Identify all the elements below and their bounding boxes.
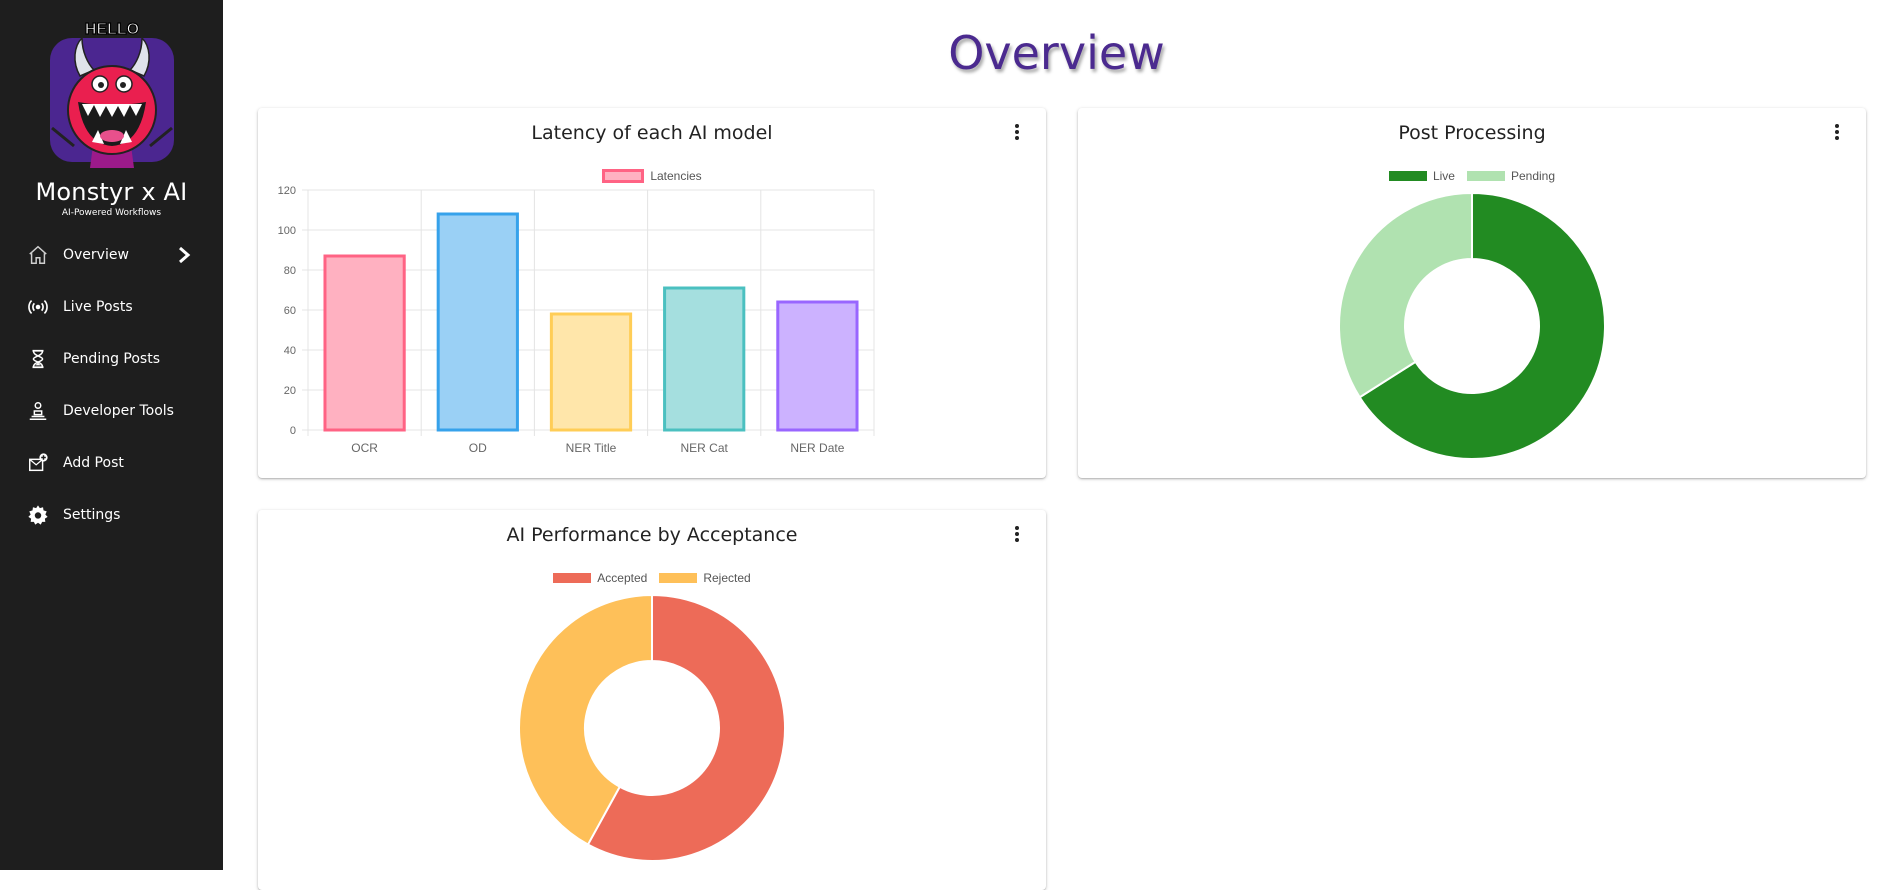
y-tick-label: 100 bbox=[278, 225, 296, 237]
bar-ner-title[interactable] bbox=[549, 312, 633, 432]
sidebar-item-label: Pending Posts bbox=[63, 351, 161, 367]
home-icon bbox=[26, 243, 50, 267]
sidebar-item-label: Developer Tools bbox=[63, 403, 174, 419]
y-tick-label: 20 bbox=[284, 385, 296, 397]
bar-ocr[interactable] bbox=[323, 254, 406, 432]
sidebar-item-label: Add Post bbox=[63, 455, 124, 471]
add-post-icon bbox=[26, 451, 50, 475]
hourglass-icon bbox=[26, 347, 50, 371]
latency-bar-chart: 0 20 40 60 80 100 120 OCR OD NER Title NER Cat NER … bbox=[278, 185, 875, 455]
bar-ner-cat[interactable] bbox=[663, 286, 746, 432]
y-tick-label: 80 bbox=[284, 265, 296, 277]
developer-tools-icon bbox=[26, 399, 50, 423]
sidebar: HELLO Monstyr x AI AI-Powered Workflows bbox=[0, 0, 223, 870]
x-tick-label: OD bbox=[469, 441, 487, 455]
monster-logo-image: HELLO bbox=[50, 20, 174, 168]
sidebar-item-label: Overview bbox=[63, 247, 129, 263]
page-title: Overview bbox=[948, 26, 1165, 80]
logo-hello-text: HELLO bbox=[85, 21, 139, 38]
chevron-right-icon bbox=[174, 245, 194, 265]
broadcast-icon bbox=[26, 295, 50, 319]
sidebar-item-overview[interactable]: Overview bbox=[0, 235, 223, 275]
post-processing-donut-chart bbox=[1338, 191, 1606, 460]
sidebar-item-live-posts[interactable]: Live Posts bbox=[0, 287, 223, 327]
brand-tagline: AI-Powered Workflows bbox=[61, 208, 162, 218]
x-tick-label: NER Date bbox=[790, 441, 844, 455]
gear-icon bbox=[26, 503, 50, 527]
y-tick-label: 120 bbox=[278, 185, 296, 197]
brand-name: Monstyr x AI bbox=[35, 178, 188, 206]
y-tick-label: 60 bbox=[284, 305, 296, 317]
y-tick-label: 0 bbox=[290, 425, 296, 437]
sidebar-item-settings[interactable]: Settings bbox=[0, 495, 223, 535]
ai-performance-donut-chart bbox=[518, 593, 786, 862]
x-tick-label: NER Cat bbox=[681, 441, 729, 455]
sidebar-item-developer-tools[interactable]: Developer Tools bbox=[0, 391, 223, 431]
x-tick-label: NER Title bbox=[566, 441, 617, 455]
bar-ner-date[interactable] bbox=[776, 300, 859, 432]
bar-od[interactable] bbox=[436, 212, 519, 432]
sidebar-item-pending-posts[interactable]: Pending Posts bbox=[0, 339, 223, 379]
post-processing-card: Post Processing Live Pending bbox=[1078, 108, 1866, 478]
donut-slice-pending[interactable] bbox=[1338, 191, 1473, 399]
x-tick-label: OCR bbox=[351, 441, 378, 455]
latency-chart-card: Latency of each AI model Latencies 0 20 40… bbox=[258, 108, 1046, 478]
sidebar-item-add-post[interactable]: Add Post bbox=[0, 443, 223, 483]
logo[interactable]: HELLO bbox=[44, 18, 180, 168]
sidebar-item-label: Live Posts bbox=[63, 299, 133, 315]
y-tick-label: 40 bbox=[284, 345, 296, 357]
ai-performance-card: AI Performance by Acceptance Accepted Re… bbox=[258, 510, 1046, 890]
sidebar-item-label: Settings bbox=[63, 507, 121, 523]
